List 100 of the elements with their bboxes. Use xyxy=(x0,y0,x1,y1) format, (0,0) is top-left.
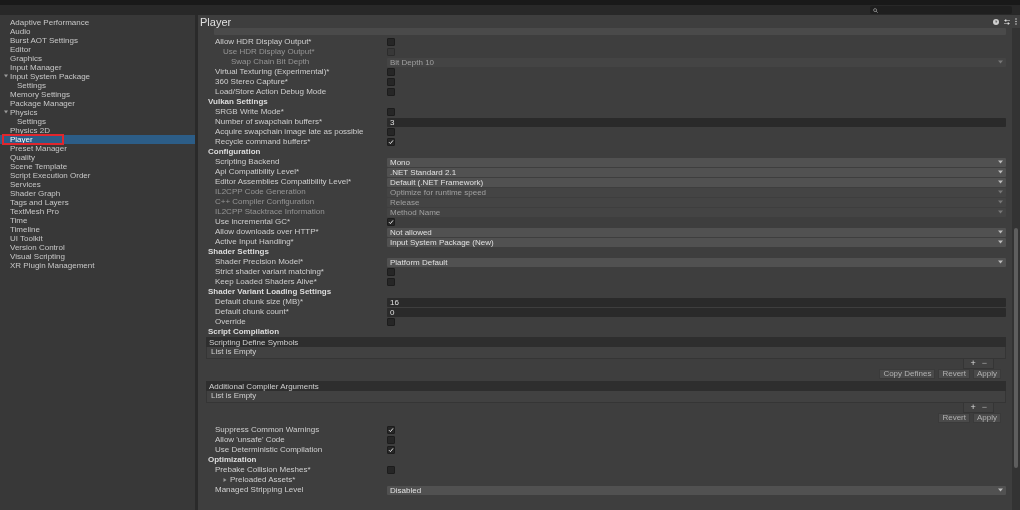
list-body: List is Empty xyxy=(206,391,1006,403)
checkbox[interactable] xyxy=(387,78,395,86)
sidebar-item[interactable]: Player xyxy=(0,135,195,144)
dropdown[interactable]: Disabled xyxy=(387,485,1006,495)
sidebar-item[interactable]: Physics 2D xyxy=(0,126,195,135)
dropdown[interactable]: .NET Standard 2.1 xyxy=(387,167,1006,177)
caret-icon xyxy=(998,260,1003,264)
checkbox[interactable] xyxy=(387,218,395,226)
setting-label: Keep Loaded Shaders Alive* xyxy=(215,277,318,287)
setting-label: Virtual Texturing (Experimental)* xyxy=(215,67,331,77)
dropdown[interactable]: Input System Package (New) xyxy=(387,237,1006,247)
list-action-button[interactable]: Apply xyxy=(973,369,1001,379)
section-heading: Shader Variant Loading Settings xyxy=(208,287,332,297)
remove-button[interactable]: − xyxy=(979,359,989,368)
sidebar-item[interactable]: Package Manager xyxy=(0,99,195,108)
sidebar-item[interactable]: Visual Scripting xyxy=(0,252,195,261)
sidebar-item[interactable]: Preset Manager xyxy=(0,144,195,153)
setting-label: C++ Compiler Configuration xyxy=(215,197,316,207)
sliders-icon[interactable] xyxy=(1004,18,1010,25)
add-button[interactable]: + xyxy=(968,403,978,412)
sidebar-item[interactable]: Scene Template xyxy=(0,162,195,171)
checkbox[interactable] xyxy=(387,128,395,136)
setting-label: Strict shader variant matching* xyxy=(215,267,325,277)
checkbox[interactable] xyxy=(387,68,395,76)
sidebar-item[interactable]: Memory Settings xyxy=(0,90,195,99)
input-field[interactable]: 0 xyxy=(387,307,1006,317)
setting-label: Load/Store Action Debug Mode xyxy=(215,87,328,97)
dropdown[interactable]: Not allowed xyxy=(387,227,1006,237)
sidebar-item[interactable]: Editor xyxy=(0,45,195,54)
sidebar-item[interactable]: Time xyxy=(0,216,195,225)
sidebar-item[interactable]: Tags and Layers xyxy=(0,198,195,207)
setting-label: Prebake Collision Meshes* xyxy=(215,465,312,475)
add-button[interactable]: + xyxy=(968,359,978,368)
dropdown[interactable]: Default (.NET Framework) xyxy=(387,177,1006,187)
sidebar-item[interactable]: Quality xyxy=(0,153,195,162)
remove-button[interactable]: − xyxy=(979,403,989,412)
setting-label: Active Input Handling* xyxy=(215,237,295,247)
input-field[interactable]: 3 xyxy=(387,117,1006,127)
sidebar-item[interactable]: Graphics xyxy=(0,54,195,63)
scrollbar[interactable] xyxy=(1012,28,1020,510)
sidebar-item[interactable]: Shader Graph xyxy=(0,189,195,198)
list-header: Additional Compiler Arguments xyxy=(206,381,1006,391)
scrollbar-thumb[interactable] xyxy=(1014,228,1018,468)
sidebar-item[interactable]: Script Execution Order xyxy=(0,171,195,180)
setting-label: Use incremental GC* xyxy=(215,217,292,227)
section-heading: Configuration xyxy=(208,147,261,157)
checkbox[interactable] xyxy=(387,268,395,276)
section-heading: Script Compilation xyxy=(208,327,280,337)
caret-icon xyxy=(998,240,1003,244)
sidebar-item[interactable]: Settings xyxy=(0,81,195,90)
setting-label: Use Deterministic Compilation xyxy=(215,445,324,455)
checkbox[interactable] xyxy=(387,38,395,46)
checkbox[interactable] xyxy=(387,426,395,434)
list-body: List is Empty xyxy=(206,347,1006,359)
section-heading: Shader Settings xyxy=(208,247,269,257)
list-action-button[interactable]: Revert xyxy=(938,413,970,423)
input-field[interactable]: 16 xyxy=(387,297,1006,307)
caret-icon[interactable] xyxy=(4,74,8,78)
help-icon[interactable] xyxy=(993,18,999,25)
checkbox[interactable] xyxy=(387,436,395,444)
search-field[interactable] xyxy=(870,6,1012,14)
sidebar-item[interactable]: Burst AOT Settings xyxy=(0,36,195,45)
list-action-button[interactable]: Copy Defines xyxy=(879,369,936,379)
checkbox[interactable] xyxy=(387,108,395,116)
sidebar-item[interactable]: Services xyxy=(0,180,195,189)
sidebar-item[interactable]: Adaptive Performance xyxy=(0,18,195,27)
caret-icon xyxy=(998,190,1003,194)
sidebar-item[interactable]: Physics xyxy=(0,108,195,117)
setting-label: Default chunk count* xyxy=(215,307,290,317)
sidebar-item[interactable]: Settings xyxy=(0,117,195,126)
caret-icon xyxy=(998,230,1003,234)
sidebar-item[interactable]: Input System Package xyxy=(0,72,195,81)
dropdown[interactable]: Mono xyxy=(387,157,1006,167)
section-heading: Vulkan Settings xyxy=(208,97,268,107)
sidebar-item[interactable]: TextMesh Pro xyxy=(0,207,195,216)
list-action-button[interactable]: Revert xyxy=(938,369,970,379)
search-icon xyxy=(873,7,878,13)
setting-label: Managed Stripping Level xyxy=(215,485,305,495)
setting-label: SRGB Write Mode* xyxy=(215,107,285,117)
highlight-frame xyxy=(2,134,64,145)
checkbox[interactable] xyxy=(387,318,395,326)
sidebar-item[interactable]: XR Plugin Management xyxy=(0,261,195,270)
setting-label: Swap Chain Bit Depth xyxy=(231,57,311,67)
sidebar-item[interactable]: Timeline xyxy=(0,225,195,234)
sidebar-item[interactable]: UI Toolkit xyxy=(0,234,195,243)
checkbox[interactable] xyxy=(387,446,395,454)
foldout[interactable]: Preloaded Assets* xyxy=(223,475,296,485)
sidebar-item[interactable]: Version Control xyxy=(0,243,195,252)
checkbox[interactable] xyxy=(387,466,395,474)
list-action-button[interactable]: Apply xyxy=(973,413,1001,423)
checkbox[interactable] xyxy=(387,278,395,286)
caret-icon xyxy=(998,60,1003,64)
checkbox[interactable] xyxy=(387,88,395,96)
caret-icon[interactable] xyxy=(4,110,8,114)
sidebar-item[interactable]: Audio xyxy=(0,27,195,36)
checkbox[interactable] xyxy=(387,138,395,146)
sidebar-item[interactable]: Input Manager xyxy=(0,63,195,72)
dropdown[interactable]: Platform Default xyxy=(387,257,1006,267)
caret-icon xyxy=(998,488,1003,492)
setting-label: Allow 'unsafe' Code xyxy=(215,435,286,445)
